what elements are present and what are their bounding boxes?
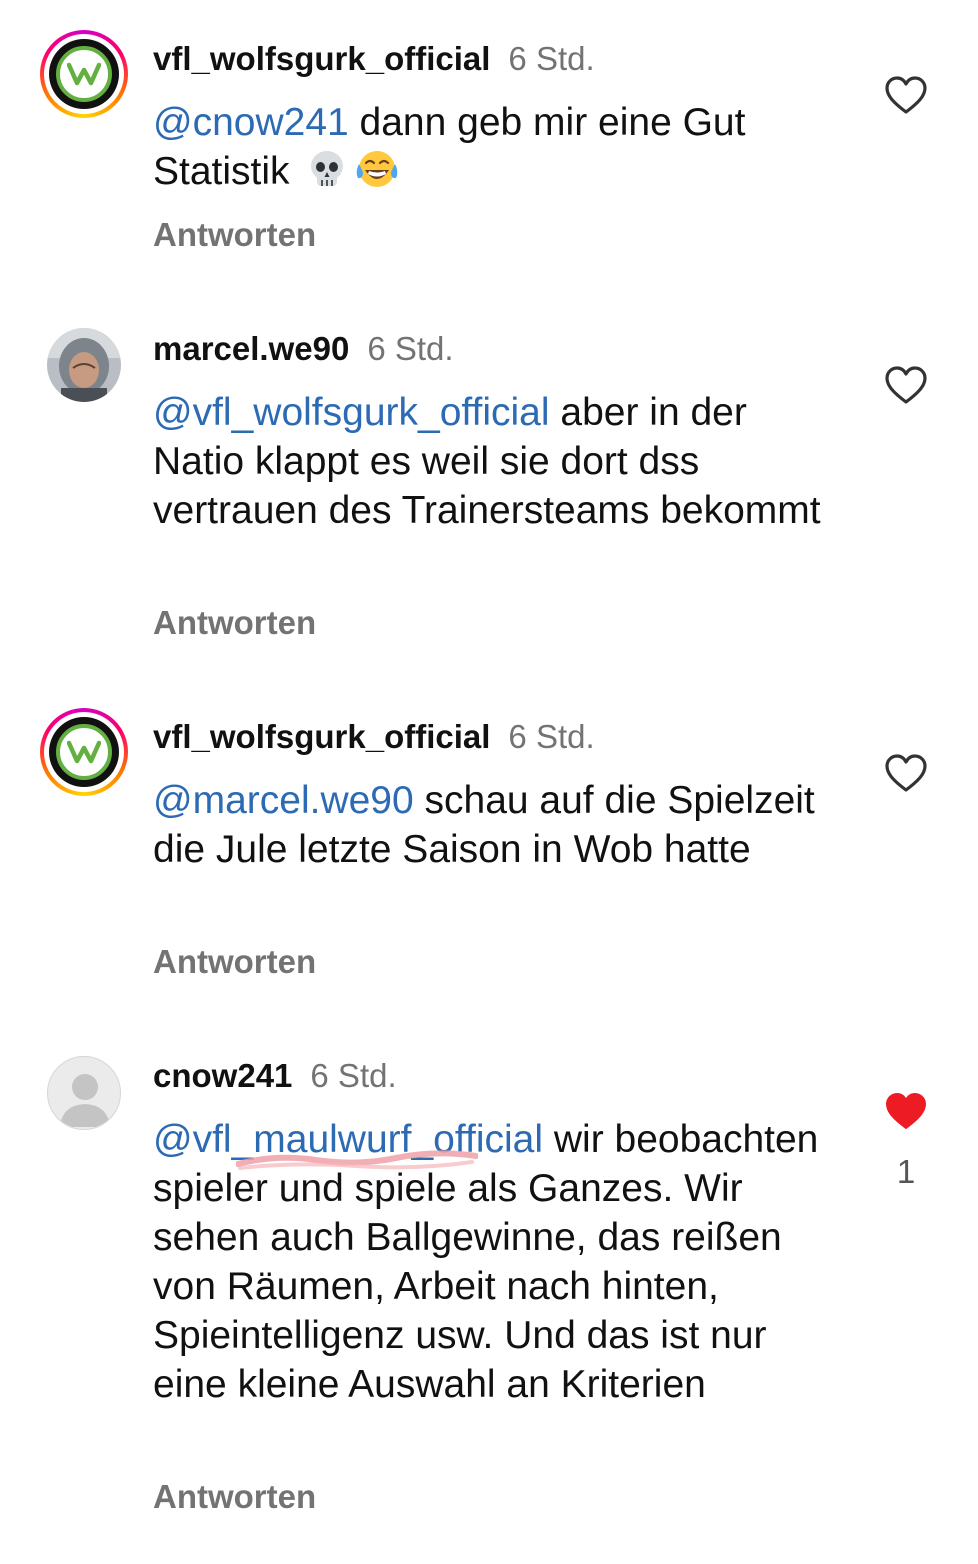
- wolfsgurk-logo: [49, 39, 119, 109]
- username[interactable]: vfl_wolfsgurk_official: [153, 40, 490, 77]
- comment-header: marcel.we90 6 Std.: [153, 330, 454, 368]
- default-user-icon: [60, 1074, 110, 1127]
- avatar[interactable]: [47, 328, 121, 402]
- mention-link[interactable]: @marcel.we90: [153, 779, 414, 822]
- mention-link[interactable]: @cnow241: [153, 101, 349, 144]
- username[interactable]: marcel.we90: [153, 330, 349, 367]
- comment-text: @marcel.we90 schau auf die Spielzeit die…: [153, 776, 843, 874]
- timestamp: 6 Std.: [367, 330, 454, 367]
- mention-link[interactable]: @vfl_wolfsgurk_official: [153, 391, 550, 434]
- comment-header: cnow241 6 Std.: [153, 1057, 397, 1095]
- reply-button[interactable]: Antworten: [153, 216, 316, 254]
- timestamp: 6 Std.: [310, 1057, 397, 1094]
- reply-button[interactable]: Antworten: [153, 1478, 316, 1516]
- like-count: 1: [896, 1153, 916, 1190]
- avatar[interactable]: [40, 708, 128, 796]
- story-ring: [40, 708, 128, 796]
- underline-annotation: [236, 1150, 478, 1170]
- comment-text: @cnow241 dann geb mir eine Gut Statistik: [153, 98, 843, 202]
- wolfsgurk-logo: [49, 717, 119, 787]
- story-ring: [40, 30, 128, 118]
- comment-header: vfl_wolfsgurk_official 6 Std.: [153, 718, 595, 756]
- heart-outline-icon[interactable]: [884, 754, 928, 794]
- skull-emoji: [306, 148, 348, 202]
- comment-text: @vfl_wolfsgurk_official aber in der Nati…: [153, 388, 843, 535]
- heart-filled-icon[interactable]: [884, 1092, 928, 1132]
- reply-button[interactable]: Antworten: [153, 943, 316, 981]
- heart-outline-icon[interactable]: [884, 76, 928, 116]
- username[interactable]: cnow241: [153, 1057, 292, 1094]
- tears-of-joy-emoji: [354, 148, 400, 202]
- avatar[interactable]: [40, 30, 128, 118]
- comment-header: vfl_wolfsgurk_official 6 Std.: [153, 40, 595, 78]
- reply-button[interactable]: Antworten: [153, 604, 316, 642]
- avatar[interactable]: [47, 1056, 121, 1130]
- timestamp: 6 Std.: [508, 40, 595, 77]
- username[interactable]: vfl_wolfsgurk_official: [153, 718, 490, 755]
- timestamp: 6 Std.: [508, 718, 595, 755]
- heart-outline-icon[interactable]: [884, 366, 928, 406]
